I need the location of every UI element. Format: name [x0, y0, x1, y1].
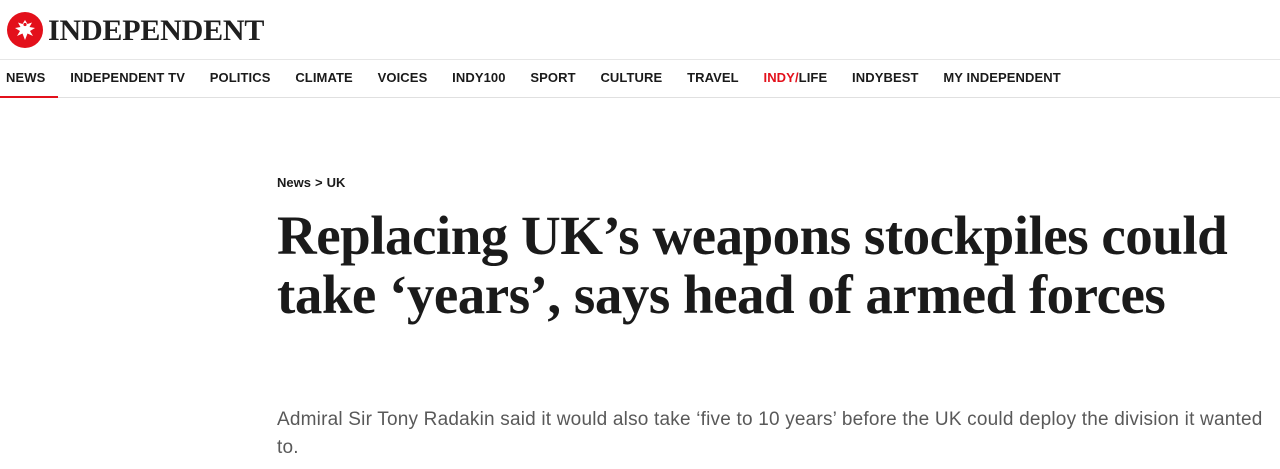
logo-link[interactable]: INDEPENDENT [6, 11, 264, 49]
main-navigation: NEWS INDEPENDENT TV POLITICS CLIMATE VOI… [0, 60, 1280, 98]
nav-item-indy-life-prefix: INDY/ [763, 69, 799, 85]
breadcrumb-news-link[interactable]: News [277, 175, 311, 190]
breadcrumb-separator: > [314, 175, 323, 190]
article-headline: Replacing UK’s weapons stockpiles could … [277, 205, 1228, 325]
nav-item-travel[interactable]: TRAVEL [675, 60, 751, 98]
nav-item-climate[interactable]: CLIMATE [283, 60, 365, 98]
logo-text: INDEPENDENT [48, 14, 265, 47]
page: INDEPENDENT NEWS INDEPENDENT TV POLITICS… [0, 0, 1280, 469]
nav-item-indy-life-suffix: LIFE [798, 69, 828, 85]
masthead: INDEPENDENT [0, 0, 1280, 60]
nav-item-indy-life[interactable]: INDY/LIFE [751, 60, 840, 98]
nav-item-sport[interactable]: SPORT [518, 60, 588, 98]
nav-item-culture[interactable]: CULTURE [588, 60, 675, 98]
article-standfirst: Admiral Sir Tony Radakin said it would a… [277, 409, 1263, 458]
nav-item-indybest[interactable]: INDYBEST [840, 60, 931, 98]
eagle-icon [6, 11, 44, 49]
nav-item-politics[interactable]: POLITICS [197, 60, 283, 98]
breadcrumb: News > UK [277, 175, 345, 190]
nav-item-indy100[interactable]: INDY100 [440, 60, 518, 98]
nav-item-independent-tv[interactable]: INDEPENDENT TV [58, 60, 198, 98]
breadcrumb-uk-link[interactable]: UK [327, 175, 346, 190]
nav-item-my-independent[interactable]: MY INDEPENDENT [931, 60, 1073, 98]
nav-item-voices[interactable]: VOICES [365, 60, 440, 98]
nav-item-news[interactable]: NEWS [0, 60, 58, 98]
